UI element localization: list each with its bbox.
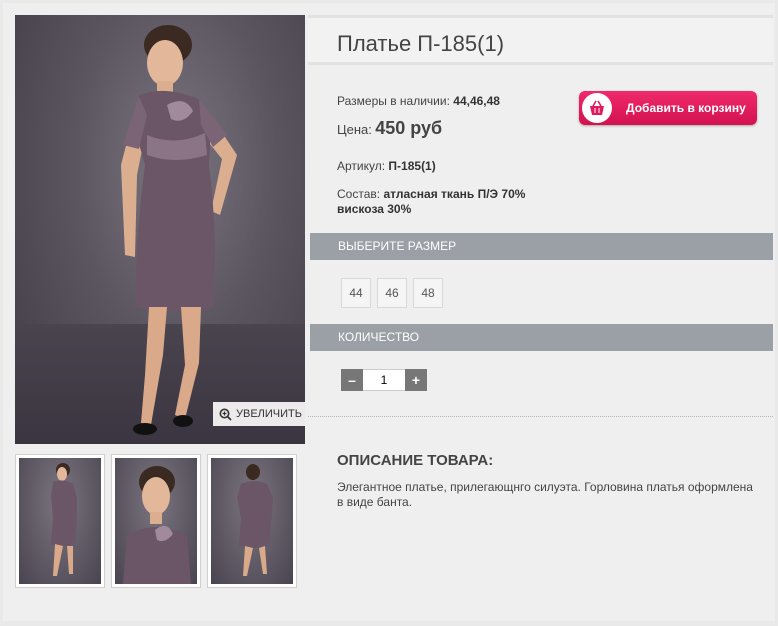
thumbnail-figure xyxy=(123,466,191,584)
article: Артикул: П-185(1) xyxy=(337,159,436,173)
description-text: Элегантное платье, прилегающнго силуэта.… xyxy=(337,480,753,509)
quantity-stepper: – + xyxy=(341,369,427,391)
size-option-48[interactable]: 48 xyxy=(413,278,443,308)
product-details: Платье П-185(1) Размеры в наличии: 44,46… xyxy=(308,15,773,509)
zoom-label: УВЕЛИЧИТЬ xyxy=(236,408,302,420)
divider xyxy=(308,416,773,417)
thumbnail-back[interactable] xyxy=(207,454,297,588)
model-figure xyxy=(121,25,237,435)
size-section-heading: ВЫБЕРИТЕ РАЗМЕР xyxy=(310,233,773,260)
thumbnail-portrait[interactable] xyxy=(111,454,201,588)
quantity-increase-button[interactable]: + xyxy=(405,369,427,391)
size-option-46[interactable]: 46 xyxy=(377,278,407,308)
thumbnail-front[interactable] xyxy=(15,454,105,588)
composition: Состав: атласная ткань П/Э 70% вискоза 3… xyxy=(337,187,526,216)
thumbnail-figure xyxy=(51,463,77,576)
magnifier-plus-icon xyxy=(219,408,232,421)
price-value: 450 руб xyxy=(375,118,443,138)
basket-icon xyxy=(582,93,612,123)
add-to-cart-button[interactable]: Добавить в корзину xyxy=(579,91,757,125)
main-product-photo[interactable]: УВЕЛИЧИТЬ xyxy=(15,15,305,444)
available-sizes: Размеры в наличии: 44,46,48 xyxy=(337,94,500,108)
product-title: Платье П-185(1) xyxy=(337,31,505,56)
description-heading: ОПИСАНИЕ ТОВАРА: xyxy=(337,452,494,469)
thumbnail-figure xyxy=(237,464,273,576)
product-page: УВЕЛИЧИТЬ Платье П-185(1) Размеры в нали… xyxy=(3,3,775,621)
add-to-cart-label: Добавить в корзину xyxy=(626,101,746,115)
zoom-button[interactable]: УВЕЛИЧИТЬ xyxy=(213,402,305,426)
thumbnail-strip xyxy=(15,454,305,590)
quantity-decrease-button[interactable]: – xyxy=(341,369,363,391)
quantity-section-heading: КОЛИЧЕСТВО xyxy=(310,324,773,351)
price: Цена: 450 руб xyxy=(337,118,443,138)
quantity-input[interactable] xyxy=(363,369,405,391)
size-options: 44 46 48 xyxy=(341,278,443,308)
size-option-44[interactable]: 44 xyxy=(341,278,371,308)
